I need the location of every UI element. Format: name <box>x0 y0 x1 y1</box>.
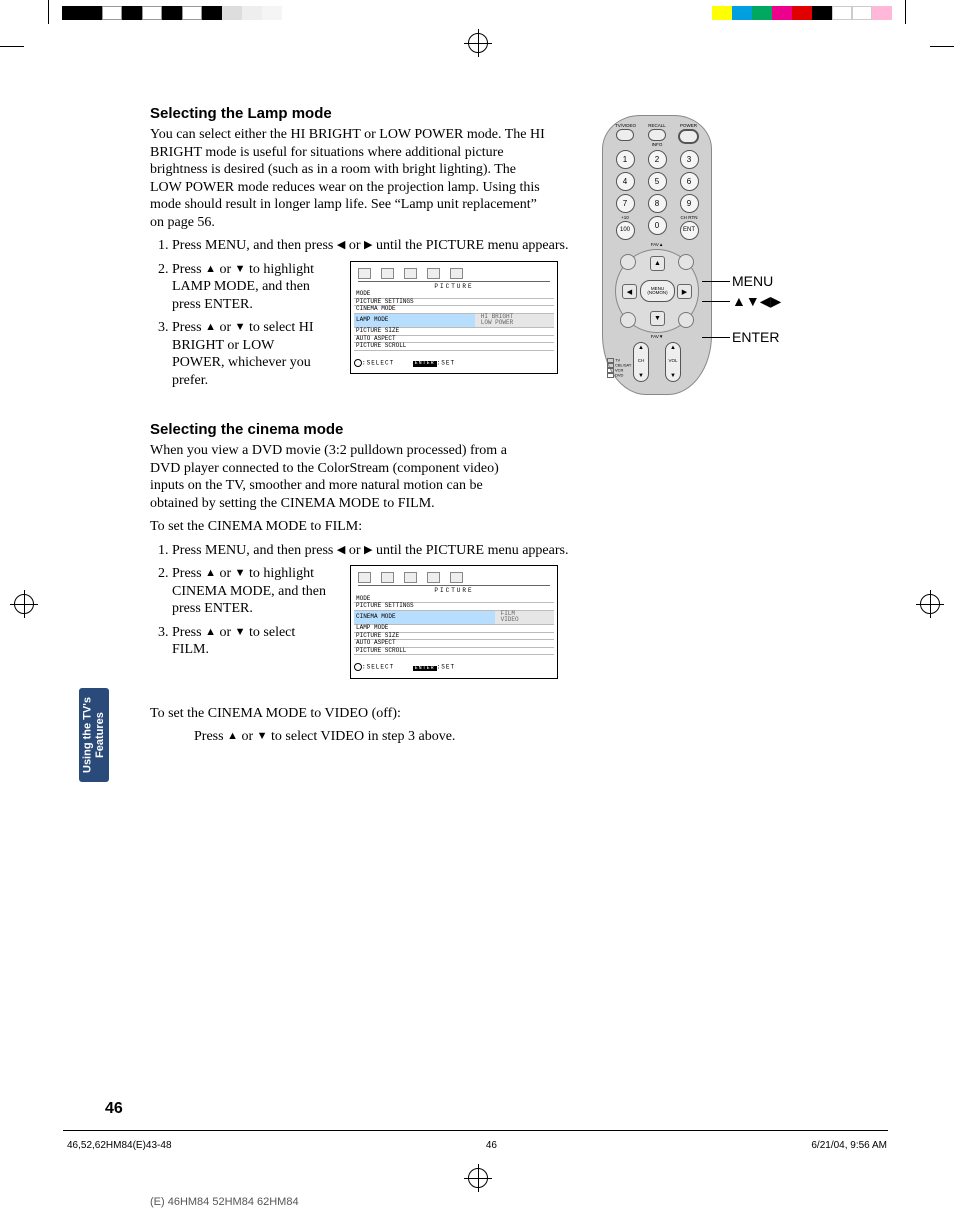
up-arrow-button: ▲ <box>650 256 665 271</box>
menu-enter-button: MENU (NOMON) <box>640 280 675 302</box>
down-arrow-button: ▼ <box>650 311 665 326</box>
dpad: ▲ ▼ ◀ ▶ MENU (NOMON) <box>615 249 699 333</box>
menu-tab-icon <box>358 572 371 583</box>
menu-tab-icon <box>450 268 463 279</box>
right-color-bar <box>712 6 892 20</box>
menu-tab-icon <box>404 572 417 583</box>
osd-table: MODE PICTURE SETTINGS CINEMA MODE LAMP M… <box>354 291 554 351</box>
mode-switch-list: TV CBL/SAT VCR DVD <box>607 358 631 378</box>
footer-row: 46,52,62HM84(E)43-48 46 6/21/04, 9:56 AM <box>67 1140 887 1151</box>
num-6: 6 <box>680 172 699 191</box>
osd-title: PICTURE <box>354 588 554 595</box>
footer-rule <box>63 1130 888 1131</box>
registration-mark-top <box>468 33 488 53</box>
footer-pagenum: 46 <box>486 1140 497 1151</box>
osd-title: PICTURE <box>354 284 554 291</box>
trim-title: (E) 46HM84 52HM84 62HM84 <box>150 1196 299 1208</box>
osd-table: MODE PICTURE SETTINGS CINEMA MODEFILMVID… <box>354 596 554 656</box>
lamp-step-3: Press ▲ or ▼ to select HI BRIGHT or LOW … <box>172 319 330 389</box>
cinema-lead: To set the CINEMA MODE to FILM: <box>150 518 850 536</box>
num-0: 0 <box>648 216 667 235</box>
osd-footer: :SELECT ENTER:SET <box>354 359 554 367</box>
ent-button: ENT <box>680 221 699 240</box>
up-triangle-icon: ▲ <box>205 567 216 579</box>
registration-mark-bottom <box>468 1168 488 1188</box>
tv-video-button <box>616 129 634 141</box>
num-1: 1 <box>616 150 635 169</box>
menu-tab-icon <box>450 572 463 583</box>
down-triangle-icon: ▼ <box>257 730 268 742</box>
registration-mark-right <box>920 594 940 614</box>
menu-tab-icon <box>381 572 394 583</box>
menu-tab-icon <box>381 268 394 279</box>
up-triangle-icon: ▲ <box>227 730 238 742</box>
num-5: 5 <box>648 172 667 191</box>
hundred-button: 100 <box>616 221 635 240</box>
num-8: 8 <box>648 194 667 213</box>
down-triangle-icon: ▼ <box>235 626 246 638</box>
footer-filename: 46,52,62HM84(E)43-48 <box>67 1140 172 1151</box>
cinema-step-1: Press MENU, and then press ◀ or ▶ until … <box>172 542 850 560</box>
power-button <box>678 129 699 144</box>
up-triangle-icon: ▲ <box>205 263 216 275</box>
callout-enter: ENTER <box>732 329 779 345</box>
up-triangle-icon: ▲ <box>205 321 216 333</box>
num-2: 2 <box>648 150 667 169</box>
remote-illustration: TV/VIDEO RECALLINFO POWER 123 456 789 +1… <box>602 115 852 395</box>
cinema-mode-paragraph: When you view a DVD movie (3:2 pulldown … <box>150 442 530 512</box>
num-4: 4 <box>616 172 635 191</box>
menu-tab-icon <box>358 268 371 279</box>
down-triangle-icon: ▼ <box>235 567 246 579</box>
cinema-mode-heading: Selecting the cinema mode <box>150 421 850 438</box>
ch-rocker: ▲CH▼ <box>633 342 649 382</box>
cinema-off-step: Press ▲ or ▼ to select VIDEO in step 3 a… <box>194 728 850 746</box>
num-9: 9 <box>680 194 699 213</box>
recall-button <box>648 129 666 141</box>
lamp-step-2: Press ▲ or ▼ to highlight LAMP MODE, and… <box>172 261 330 314</box>
num-7: 7 <box>616 194 635 213</box>
right-arrow-button: ▶ <box>677 284 692 299</box>
osd-menu-cinema: PICTURE MODE PICTURE SETTINGS CINEMA MOD… <box>350 565 558 679</box>
cinema-off-lead: To set the CINEMA MODE to VIDEO (off): <box>150 705 850 723</box>
menu-tab-icon <box>404 268 417 279</box>
menu-tab-icon <box>427 268 440 279</box>
osd-footer: :SELECT ENTER:SET <box>354 663 554 671</box>
page-number: 46 <box>105 1100 123 1118</box>
callout-arrows: ▲▼◀▶ <box>732 293 781 310</box>
left-color-bar <box>62 6 282 20</box>
left-arrow-button: ◀ <box>622 284 637 299</box>
registration-mark-left <box>14 594 34 614</box>
footer-timestamp: 6/21/04, 9:56 AM <box>811 1140 887 1151</box>
cinema-step-3: Press ▲ or ▼ to select FILM. <box>172 624 330 659</box>
vol-rocker: ▲VOL▼ <box>665 342 681 382</box>
menu-tab-icon <box>427 572 440 583</box>
down-triangle-icon: ▼ <box>235 321 246 333</box>
down-triangle-icon: ▼ <box>235 263 246 275</box>
lamp-mode-paragraph: You can select either the HI BRIGHT or L… <box>150 126 550 231</box>
cinema-step-2: Press ▲ or ▼ to highlight CINEMA MODE, a… <box>172 565 330 618</box>
up-triangle-icon: ▲ <box>205 626 216 638</box>
num-3: 3 <box>680 150 699 169</box>
side-tab: Using the TV's Features <box>79 688 109 782</box>
osd-menu-lamp: PICTURE MODE PICTURE SETTINGS CINEMA MOD… <box>350 261 558 375</box>
callout-menu: MENU <box>732 273 773 289</box>
